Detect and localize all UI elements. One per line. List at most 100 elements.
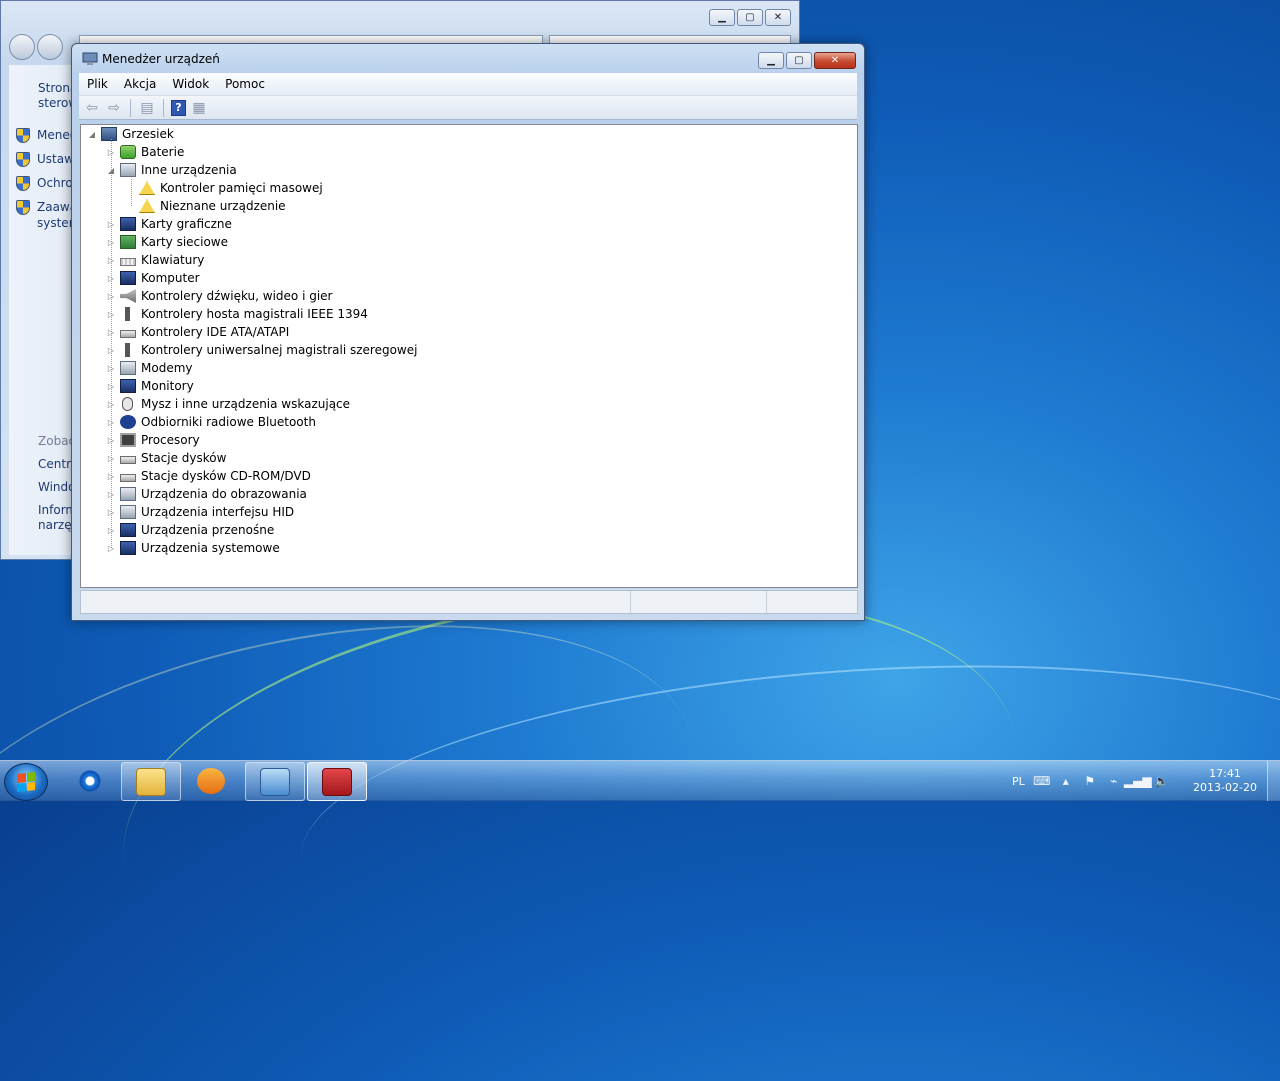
menu-file[interactable]: Plik (79, 77, 116, 91)
tree-item[interactable]: ▷ Kontrolery uniwersalnej magistrali szer… (106, 341, 417, 359)
tree-item[interactable]: ▷ Procesory (106, 431, 200, 449)
tree-item[interactable]: ▷ Urządzenia systemowe (106, 539, 280, 557)
tree-item[interactable]: ▷ Karty sieciowe (106, 233, 228, 251)
device-tree[interactable]: ◢ Grzesiek ▷ Baterie ◢ Inne urządzenia Kontr… (80, 124, 858, 588)
taskbar-ie[interactable] (61, 762, 119, 799)
warning-device-icon (139, 199, 155, 213)
tree-item[interactable]: ▷ Klawiatury (106, 251, 204, 269)
expand-arrow-icon[interactable]: ▷ (106, 148, 116, 157)
tree-item[interactable]: ▷ Urządzenia do obrazowania (106, 485, 307, 503)
clock[interactable]: 17:41 2013-02-20 (1190, 767, 1260, 795)
tree-item[interactable]: ▷ Modemy (106, 359, 193, 377)
tree-item[interactable]: ▷ Kontrolery IDE ATA/ATAPI (106, 323, 289, 341)
network-adapter-icon (120, 235, 136, 249)
tree-item[interactable]: ▷ Karty graficzne (106, 215, 232, 233)
minimize-button[interactable]: ▁ (758, 52, 784, 69)
close-button[interactable]: ✕ (814, 52, 856, 69)
minimize-button[interactable]: ▁ (709, 9, 735, 26)
keyboard-icon[interactable]: ⌨ (1033, 774, 1050, 788)
collapse-arrow-icon[interactable]: ◢ (87, 130, 97, 139)
forward-arrow-icon[interactable]: ⇨ (105, 100, 123, 116)
tree-item[interactable]: ▷ Baterie (106, 143, 184, 161)
expand-arrow-icon[interactable]: ▷ (106, 508, 116, 517)
taskbar-control-panel[interactable] (245, 762, 305, 801)
menu-action[interactable]: Akcja (116, 77, 164, 91)
taskbar-explorer[interactable] (121, 762, 181, 801)
hid-icon (120, 505, 136, 519)
display-adapter-icon (120, 217, 136, 231)
status-pane (631, 591, 768, 613)
expand-arrow-icon[interactable]: ▷ (106, 490, 116, 499)
expand-arrow-icon[interactable]: ▷ (106, 238, 116, 247)
expand-arrow-icon[interactable]: ▷ (106, 544, 116, 553)
tree-item[interactable]: ◢ Inne urządzenia (106, 161, 237, 179)
help-icon[interactable]: ? (171, 99, 186, 116)
explorer-folder-icon (136, 767, 166, 796)
power-plug-icon[interactable]: ⌁ (1107, 774, 1121, 788)
show-hide-tree-icon[interactable]: ▤ (138, 100, 156, 116)
expand-arrow-icon[interactable]: ▷ (106, 346, 116, 355)
language-indicator[interactable]: PL (1012, 775, 1025, 788)
taskbar-device-manager[interactable] (307, 762, 367, 801)
ide-controller-icon (120, 330, 136, 338)
show-hidden-icons-icon[interactable]: ▴ (1059, 774, 1073, 788)
expand-arrow-icon[interactable]: ▷ (106, 418, 116, 427)
expand-arrow-icon[interactable]: ▷ (106, 400, 116, 409)
sidebar-link-protection[interactable]: Ochro (37, 176, 73, 191)
expand-arrow-icon[interactable]: ▷ (106, 436, 116, 445)
collapse-arrow-icon[interactable]: ◢ (106, 166, 116, 175)
tree-item[interactable]: ▷ Monitory (106, 377, 194, 395)
expand-arrow-icon[interactable]: ▷ (106, 382, 116, 391)
menu-help[interactable]: Pomoc (217, 77, 273, 91)
expand-arrow-icon[interactable]: ▷ (106, 310, 116, 319)
expand-arrow-icon[interactable]: ▷ (106, 472, 116, 481)
see-also-link[interactable]: Windo (38, 480, 76, 495)
close-button[interactable]: ✕ (765, 9, 791, 26)
camera-icon (120, 487, 136, 501)
maximize-button[interactable]: ▢ (737, 9, 763, 26)
network-signal-icon[interactable]: ▂▄▆ (1124, 774, 1152, 788)
tree-item[interactable]: ▷ Urządzenia interfejsu HID (106, 503, 294, 521)
computer-root-icon (101, 127, 117, 141)
expand-arrow-icon[interactable]: ▷ (106, 256, 116, 265)
tree-item[interactable]: ▷ Stacje dysków CD-ROM/DVD (106, 467, 311, 485)
back-arrow-icon[interactable]: ⇦ (83, 100, 101, 116)
tree-item[interactable]: ▷ Kontrolery hosta magistrali IEEE 1394 (106, 305, 368, 323)
expand-arrow-icon[interactable]: ▷ (106, 454, 116, 463)
menu-view[interactable]: Widok (164, 77, 217, 91)
tree-item[interactable]: ▷ Odbiorniki radiowe Bluetooth (106, 413, 316, 431)
volume-icon[interactable]: 🔈 (1154, 774, 1169, 788)
tree-item[interactable]: ▷ Kontrolery dźwięku, wideo i gier (106, 287, 332, 305)
tree-item[interactable]: ▷ Komputer (106, 269, 200, 287)
tree-root[interactable]: ◢ Grzesiek (87, 125, 174, 143)
tree-item-label: Procesory (141, 433, 200, 447)
maximize-button[interactable]: ▢ (786, 52, 812, 69)
tree-item[interactable]: ▷ Stacje dysków (106, 449, 227, 467)
expand-arrow-icon[interactable]: ▷ (106, 364, 116, 373)
expand-arrow-icon[interactable]: ▷ (106, 526, 116, 535)
tree-child-item[interactable]: Kontroler pamięci masowej (125, 179, 323, 197)
properties-icon[interactable]: ▦ (190, 100, 208, 116)
tree-item-label: Inne urządzenia (141, 163, 237, 177)
tree-item-label: Kontrolery uniwersalnej magistrali szere… (141, 343, 418, 357)
tree-child-item[interactable]: Nieznane urządzenie (125, 197, 286, 215)
device-manager-window[interactable]: Menedżer urządzeń ▁ ▢ ✕ Plik Akcja Widok… (71, 43, 865, 621)
computer-icon (120, 271, 136, 285)
expand-arrow-icon[interactable]: ▷ (106, 274, 116, 283)
tree-item[interactable]: ▷ Mysz i inne urządzenia wskazujące (106, 395, 350, 413)
tree-item[interactable]: ▷ Urządzenia przenośne (106, 521, 274, 539)
forward-button[interactable] (37, 34, 63, 60)
back-button[interactable] (9, 34, 35, 60)
expand-arrow-icon[interactable]: ▷ (106, 220, 116, 229)
start-button[interactable] (4, 763, 48, 801)
tree-item-label: Modemy (141, 361, 193, 375)
expand-arrow-icon[interactable]: ▷ (106, 292, 116, 301)
firewire-icon (120, 307, 136, 321)
expand-arrow-icon[interactable]: ▷ (106, 328, 116, 337)
show-desktop-button[interactable] (1267, 761, 1280, 801)
tree-item-label: Kontrolery hosta magistrali IEEE 1394 (141, 307, 368, 321)
action-center-flag-icon[interactable]: ⚑ (1083, 774, 1097, 788)
device-manager-icon (82, 52, 98, 65)
taskbar-media-player[interactable] (182, 762, 240, 799)
uac-shield-icon (16, 152, 30, 167)
